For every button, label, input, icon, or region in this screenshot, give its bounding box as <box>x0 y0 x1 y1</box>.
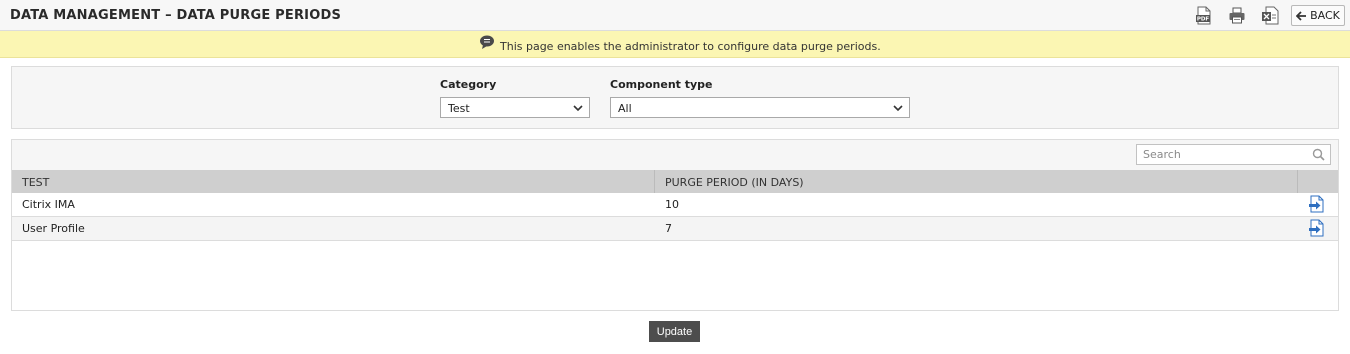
search-icon[interactable] <box>1312 148 1325 161</box>
component-type-select-value: All <box>618 102 632 115</box>
edit-row-icon[interactable] <box>1308 195 1326 213</box>
data-table: TEST PURGE PERIOD (IN DAYS) Citrix IMA 1… <box>12 170 1338 310</box>
search-input[interactable] <box>1137 145 1307 164</box>
purge-period-cell[interactable]: 10 <box>665 198 679 211</box>
category-label: Category <box>440 78 497 91</box>
title-bar: DATA MANAGEMENT – DATA PURGE PERIODS PDF <box>0 0 1350 31</box>
update-button[interactable]: Update <box>649 321 700 342</box>
speech-bubble-icon <box>480 35 494 49</box>
test-name-cell: Citrix IMA <box>22 198 75 211</box>
pdf-export-icon[interactable]: PDF <box>1195 6 1213 25</box>
component-type-label: Component type <box>610 78 713 91</box>
category-select[interactable]: Test <box>440 97 590 118</box>
table-row: User Profile 7 <box>12 217 1338 241</box>
page: DATA MANAGEMENT – DATA PURGE PERIODS PDF <box>0 0 1350 354</box>
column-header-action <box>1298 170 1338 193</box>
column-header-test[interactable]: TEST <box>12 170 654 193</box>
excel-export-icon[interactable] <box>1261 6 1279 25</box>
table-row: Citrix IMA 10 <box>12 193 1338 217</box>
chevron-down-icon <box>893 105 903 112</box>
purge-period-grid-panel: TEST PURGE PERIOD (IN DAYS) Citrix IMA 1… <box>11 139 1339 311</box>
info-banner: This page enables the administrator to c… <box>0 31 1350 58</box>
table-header: TEST PURGE PERIOD (IN DAYS) <box>12 170 1338 193</box>
test-name-cell: User Profile <box>22 222 85 235</box>
purge-period-cell[interactable]: 7 <box>665 222 672 235</box>
back-button[interactable]: BACK <box>1291 5 1345 26</box>
edit-row-icon[interactable] <box>1308 219 1326 237</box>
filter-panel: Category Test Component type All <box>11 66 1339 129</box>
category-select-value: Test <box>448 102 470 115</box>
pdf-icon-text: PDF <box>1197 17 1210 23</box>
component-type-select[interactable]: All <box>610 97 910 118</box>
back-button-label: BACK <box>1310 9 1340 22</box>
info-message: This page enables the administrator to c… <box>500 40 881 53</box>
back-arrow-icon <box>1296 10 1307 21</box>
chevron-down-icon <box>573 105 583 112</box>
column-header-purge-period[interactable]: PURGE PERIOD (IN DAYS) <box>655 170 1297 193</box>
page-title: DATA MANAGEMENT – DATA PURGE PERIODS <box>10 8 342 23</box>
search-box[interactable] <box>1136 144 1331 165</box>
print-icon[interactable] <box>1228 6 1246 25</box>
